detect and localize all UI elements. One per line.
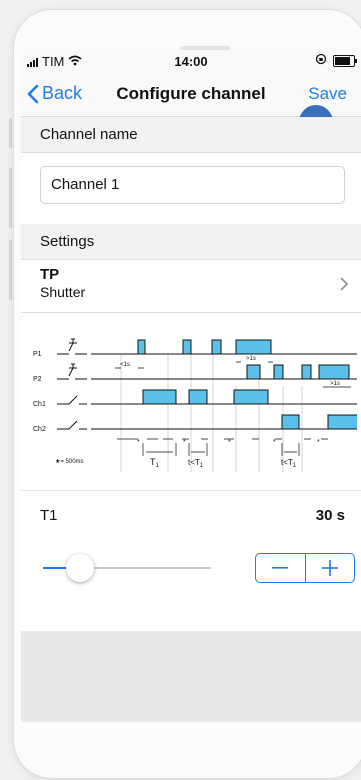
mode-title: TP	[40, 266, 60, 283]
row-label-ch1: Ch1	[33, 401, 46, 408]
t1-value: 30 s	[315, 507, 345, 524]
slider-thumb[interactable]	[65, 554, 94, 582]
t1-slider[interactable]	[43, 554, 211, 582]
settings-section-header: Settings	[21, 224, 361, 260]
minus-icon	[272, 567, 289, 569]
save-button[interactable]: Save	[308, 84, 347, 104]
t-lt-t1-a: t<T	[188, 458, 200, 467]
phone-side-button	[9, 118, 12, 148]
svg-text:t<T1: t<T1	[281, 458, 297, 469]
channel-name-section-header: Channel name	[21, 117, 361, 153]
status-bar: TIM 14:00	[21, 50, 361, 72]
star-note: ★= 500ms	[55, 458, 84, 465]
svg-text:*: *	[137, 439, 140, 446]
t1-label: T1	[40, 507, 58, 524]
t1-symbol-sub: 1	[156, 463, 160, 469]
svg-text:T1: T1	[150, 457, 160, 469]
channel-name-field[interactable]: Channel 1	[40, 166, 345, 204]
svg-text:*: *	[273, 439, 276, 446]
decrement-button[interactable]	[256, 554, 306, 582]
phone-side-button	[9, 168, 12, 228]
svg-text:*: *	[317, 439, 320, 446]
t-lt-t1-a-sub: 1	[200, 463, 204, 469]
chevron-right-icon	[340, 277, 349, 291]
annotation-gt1s-b: >1s	[330, 381, 340, 387]
app-screen: TIM 14:00 Back Configure channel Save Ch…	[21, 50, 361, 722]
status-time: 14:00	[174, 54, 208, 69]
mode-subtitle: Shutter	[40, 284, 86, 300]
timing-diagram: P1 P2 Ch1 Ch2 <1s >1s >1s ★= 500ms * * * *…	[33, 338, 357, 472]
row-label-ch2: Ch2	[33, 426, 46, 433]
t-lt-t1-b-sub: 1	[293, 463, 297, 469]
mode-selector-row[interactable]: TP Shutter	[21, 260, 361, 313]
battery-icon	[333, 54, 357, 67]
svg-text:*: *	[183, 439, 186, 446]
annotation-gt1s-a: >1s	[246, 356, 256, 362]
orientation-lock-icon	[315, 53, 327, 68]
t1-setting-panel: T1 30 s	[21, 490, 361, 631]
t1-stepper[interactable]	[255, 553, 355, 583]
annotation-lt1s: <1s	[120, 362, 130, 368]
row-label-p2: P2	[33, 376, 42, 383]
svg-text:t<T1: t<T1	[188, 458, 204, 469]
row-label-p1: P1	[33, 351, 42, 358]
plus-icon	[321, 560, 338, 576]
phone-side-button	[9, 240, 12, 300]
increment-button[interactable]	[306, 554, 355, 582]
t-lt-t1-b: t<T	[281, 458, 293, 467]
svg-text:*: *	[228, 439, 231, 446]
